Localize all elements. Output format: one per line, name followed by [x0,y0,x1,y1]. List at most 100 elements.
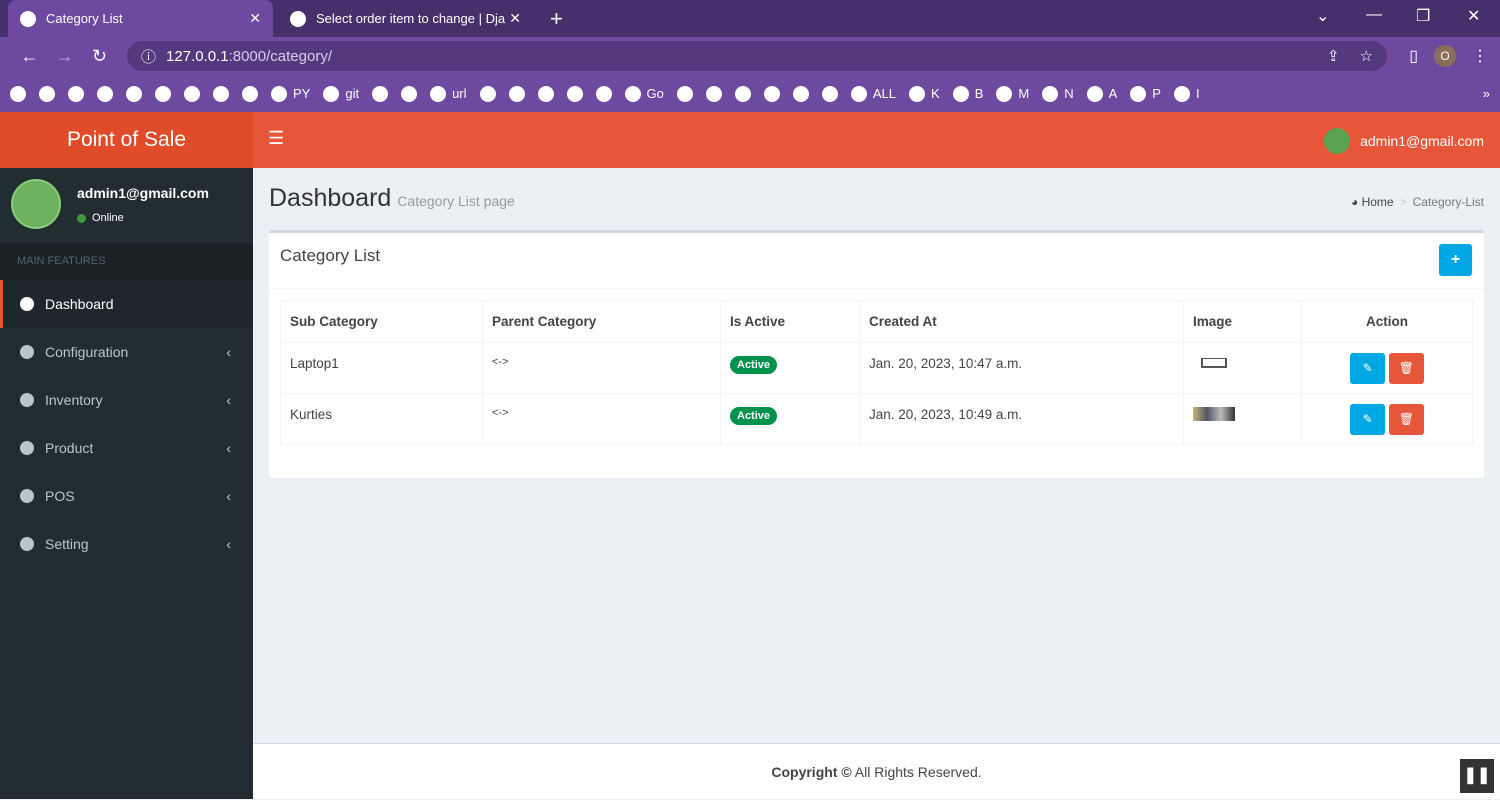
app-header: Point of Sale ☰ admin1@gmail.com [0,112,1500,168]
profile-avatar[interactable]: O [1434,45,1456,67]
bookmark[interactable] [242,85,258,102]
google-icon [323,85,340,102]
close-tab-icon[interactable]: ✕ [249,10,261,27]
bookmark[interactable] [821,85,838,102]
bookmark[interactable] [508,85,525,102]
edit-button[interactable]: ✎ [1350,404,1386,435]
breadcrumb-home[interactable]: Home [1362,195,1394,209]
star-icon[interactable]: ☆ [1360,47,1373,65]
actions: ✎ 🗑 [1301,393,1473,445]
sidebar-item-product[interactable]: Product ‹ [0,424,253,472]
minimize-icon[interactable]: — [1366,6,1382,24]
pause-icon[interactable]: ❚❚ [1460,759,1494,793]
reload-icon[interactable]: ↻ [82,46,117,67]
is-active: Active [720,393,860,445]
bookmark[interactable]: git [323,85,359,102]
bookmark[interactable]: A [1086,85,1117,102]
browser-tab[interactable]: Select order item to change | Dja ✕ [278,0,533,37]
forward-icon[interactable]: → [47,46,82,67]
hamburger-menu-icon[interactable]: ☰ [268,128,284,149]
close-window-icon[interactable]: ✕ [1467,6,1480,26]
browser-tab-active[interactable]: Category List ✕ [8,0,273,37]
chevron-left-icon: ‹ [226,344,231,360]
eye-icon [821,85,838,102]
bookmark[interactable] [126,85,142,102]
cube-icon [20,489,34,503]
bookmark[interactable]: PY [271,85,310,102]
menu-icon[interactable]: ⋮ [1472,46,1488,66]
bookmark[interactable] [595,85,612,102]
google-icon [242,85,258,102]
bookmark[interactable] [68,85,84,102]
info-icon[interactable]: ⓘ [141,46,156,67]
image [1183,393,1302,445]
delete-button[interactable]: 🗑 [1388,353,1424,384]
bookmark[interactable] [566,85,583,102]
bookmark[interactable] [676,85,693,102]
created-at: Jan. 20, 2023, 10:49 a.m. [859,393,1184,445]
bookmark[interactable] [537,85,554,102]
bookmark[interactable]: M [996,85,1029,102]
parent-category: <-> [482,342,721,394]
section-header: MAIN FEATURES [0,243,253,280]
tab-search-icon[interactable]: ⌄ [1316,6,1329,26]
new-tab-button[interactable]: + [550,6,563,32]
actions: ✎ 🗑 [1301,342,1473,394]
bookmark[interactable] [97,85,113,102]
url-input[interactable]: ⓘ 127.0.0.1:8000/category/ ⇪ ☆ [127,41,1387,71]
bookmark[interactable]: K [909,85,940,102]
google-icon [996,85,1013,102]
bookmark[interactable]: I [1173,85,1200,102]
github-icon [271,85,287,102]
back-icon[interactable]: ← [12,46,47,67]
wifi-icon [430,85,447,102]
bookmark[interactable] [372,85,389,102]
close-tab-icon[interactable]: ✕ [509,10,521,27]
bookmark[interactable] [705,85,722,102]
add-category-button[interactable]: + [1439,244,1472,276]
restore-icon[interactable]: ❐ [1416,6,1430,26]
bookmark[interactable]: ALL [850,85,896,102]
bookmark[interactable]: N [1042,85,1074,102]
bookmark[interactable] [734,85,751,102]
ieee-icon [126,85,142,102]
bookmark[interactable]: B [952,85,983,102]
bookmark[interactable] [39,85,55,102]
bookmark[interactable] [10,85,26,102]
green-icon [10,85,26,102]
product-icon [20,441,34,455]
sidebar-item-configuration[interactable]: Configuration ‹ [0,328,253,376]
sidebar-item-dashboard[interactable]: Dashboard [0,280,253,328]
user-name: admin1@gmail.com [77,185,209,201]
user-menu[interactable]: admin1@gmail.com [1324,128,1484,154]
bookmark[interactable] [155,85,171,102]
yandex-icon [734,85,751,102]
sidebar-item-setting[interactable]: Setting ‹ [0,520,253,568]
laptop-thumbnail [1201,358,1227,368]
page-title: Dashboard Category List page [269,184,515,212]
bookmark[interactable]: P [1130,85,1161,102]
bookmark[interactable] [184,85,200,102]
edit-button[interactable]: ✎ [1350,353,1386,384]
bookmark[interactable] [401,85,418,102]
col-sub-category: Sub Category [280,300,483,343]
more-bookmarks-icon[interactable]: » [1483,86,1490,101]
share-icon[interactable]: ⇪ [1327,47,1340,65]
user-panel: admin1@gmail.com Online [0,168,253,243]
bookmark[interactable] [479,85,496,102]
address-bar-row: ← → ↻ ⓘ 127.0.0.1:8000/category/ ⇪ ☆ ▯ O ⋮ [0,37,1500,75]
app-logo[interactable]: Point of Sale [0,112,253,168]
bookmark[interactable]: url [430,85,467,102]
sidebar: admin1@gmail.com Online MAIN FEATURES Da… [0,168,253,799]
delete-button[interactable]: 🗑 [1388,404,1424,435]
sidebar-item-inventory[interactable]: Inventory ‹ [0,376,253,424]
box-title: Category List [280,246,381,265]
bookmark[interactable] [792,85,809,102]
side-panel-icon[interactable]: ▯ [1409,46,1418,66]
sidebar-item-pos[interactable]: POS ‹ [0,472,253,520]
bookmark[interactable] [213,85,229,102]
bookmark[interactable]: Go [624,85,664,102]
image [1183,342,1302,394]
bookmark[interactable] [763,85,780,102]
category-table: Sub Category Parent Category Is Active C… [280,300,1473,445]
